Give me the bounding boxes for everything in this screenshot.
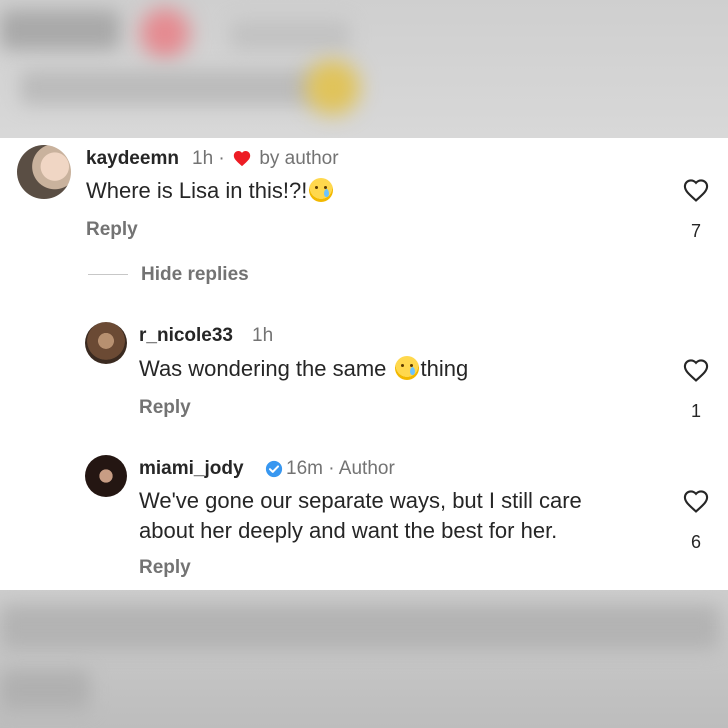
comment-time: 1h · (192, 148, 225, 169)
heart-outline-icon[interactable] (682, 357, 710, 383)
reply-text-line: about her deeply and want the best for h… (139, 518, 558, 543)
verified-badge-icon (265, 460, 283, 478)
heart-outline-icon[interactable] (682, 488, 710, 514)
hide-replies-button[interactable]: Hide replies (141, 264, 249, 286)
reply-text-part: Was wondering the same (139, 356, 387, 381)
reply-text-line: We've gone our separate ways, but I stil… (139, 488, 582, 513)
like-count: 7 (690, 221, 701, 241)
reply-button[interactable]: Reply (139, 397, 191, 419)
crying-face-emoji (394, 356, 419, 380)
avatar[interactable] (85, 322, 127, 364)
comment-username[interactable]: kaydeemn (86, 148, 179, 170)
comment-text: Where is Lisa in this!?! (86, 176, 335, 206)
avatar[interactable] (85, 455, 127, 497)
thread-divider-line (88, 274, 128, 275)
comment-meta: 1h · by author (192, 148, 339, 170)
reply-text-part: thing (420, 356, 469, 381)
reply-time: 1h (252, 325, 274, 346)
reply-text: Was wondering the same thing (139, 354, 468, 384)
blurred-background-top (0, 0, 728, 138)
liked-by-author-label: by author (259, 148, 339, 169)
reply-username[interactable]: r_nicole33 (139, 325, 233, 347)
like-count: 6 (690, 532, 701, 552)
crying-face-emoji (309, 178, 334, 202)
red-heart-icon (233, 151, 251, 167)
reply-button[interactable]: Reply (139, 557, 191, 579)
like-count: 1 (690, 401, 701, 421)
avatar[interactable] (17, 145, 71, 199)
comment-text-content: Where is Lisa in this!?! (86, 178, 308, 203)
blurred-background-bottom (0, 590, 728, 728)
reply-username[interactable]: miami_jody (139, 458, 244, 480)
reply-text: We've gone our separate ways, but I stil… (139, 486, 582, 546)
reply-button[interactable]: Reply (86, 219, 138, 241)
heart-outline-icon[interactable] (682, 177, 710, 203)
reply-time: 16m · Author (286, 458, 395, 479)
